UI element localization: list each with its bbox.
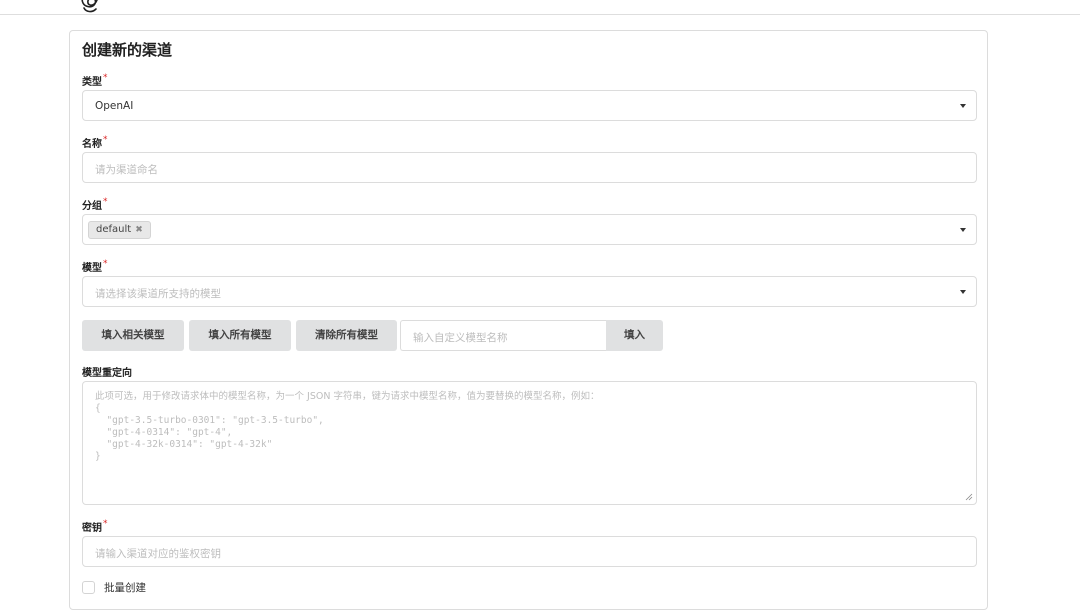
group-label: 分组*: [82, 197, 108, 212]
create-channel-form: 创建新的渠道 类型* OpenAI 名称* 请为渠道命名 分组* default…: [69, 30, 988, 610]
group-select[interactable]: default ✖: [82, 214, 977, 245]
name-input[interactable]: 请为渠道命名: [82, 152, 977, 183]
page-title: 创建新的渠道: [82, 41, 173, 59]
fill-custom-model-button[interactable]: 填入: [606, 320, 663, 351]
remove-icon[interactable]: ✖: [135, 225, 143, 235]
key-input-placeholder: 请输入渠道对应的鉴权密钥: [95, 548, 221, 560]
models-select-placeholder: 请选择该渠道所支持的模型: [95, 288, 221, 300]
chevron-down-icon: [960, 228, 966, 232]
key-label: 密钥*: [82, 519, 108, 534]
type-select[interactable]: OpenAI: [82, 90, 977, 121]
resize-handle-icon[interactable]: [965, 493, 973, 501]
models-label: 模型*: [82, 259, 108, 274]
fill-related-models-button[interactable]: 填入相关模型: [82, 320, 184, 351]
type-label: 类型*: [82, 73, 108, 88]
name-input-placeholder: 请为渠道命名: [95, 164, 158, 176]
logo-icon[interactable]: [78, 0, 100, 14]
models-select[interactable]: 请选择该渠道所支持的模型: [82, 276, 977, 307]
name-label: 名称*: [82, 135, 108, 150]
type-select-value: OpenAI: [95, 100, 134, 112]
chevron-down-icon: [960, 104, 966, 108]
fill-all-models-button[interactable]: 填入所有模型: [189, 320, 291, 351]
key-input[interactable]: 请输入渠道对应的鉴权密钥: [82, 536, 977, 567]
model-mapping-textarea[interactable]: 此项可选，用于修改请求体中的模型名称，为一个 JSON 字符串，键为请求中模型名…: [82, 381, 977, 505]
clear-all-models-button[interactable]: 清除所有模型: [296, 320, 397, 351]
batch-create-checkbox[interactable]: [82, 581, 95, 594]
top-nav-bar: [0, 0, 1080, 15]
custom-model-input-placeholder: 输入自定义模型名称: [413, 332, 508, 344]
custom-model-input[interactable]: 输入自定义模型名称: [400, 320, 606, 351]
model-mapping-label: 模型重定向: [82, 368, 132, 379]
group-chip-default[interactable]: default ✖: [88, 221, 151, 239]
model-mapping-placeholder: 此项可选，用于修改请求体中的模型名称，为一个 JSON 字符串，键为请求中模型名…: [95, 391, 600, 462]
chevron-down-icon: [960, 290, 966, 294]
